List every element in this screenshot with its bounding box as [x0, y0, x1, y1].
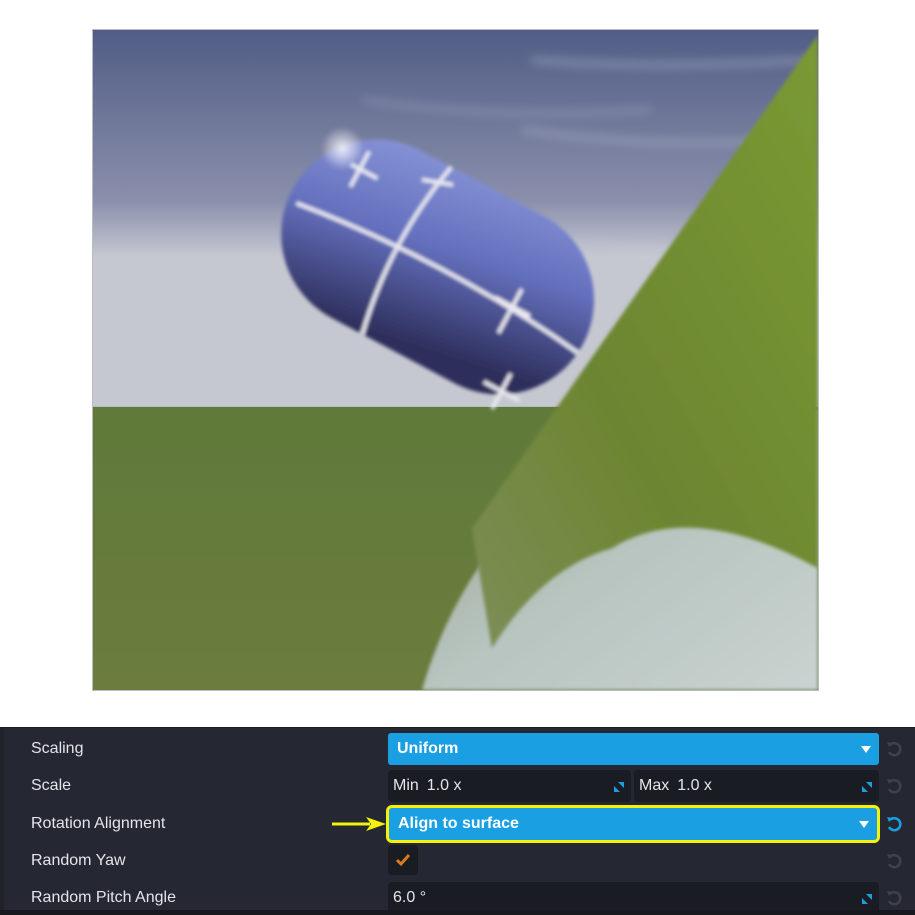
- drag-spinner-icon[interactable]: [862, 782, 872, 792]
- min-value: 1.0 x: [426, 777, 462, 794]
- chevron-down-icon: [859, 821, 869, 828]
- scale-label: Scale: [31, 777, 72, 794]
- chevron-down-icon: [861, 746, 871, 753]
- rotation-alignment-dropdown[interactable]: Align to surface: [386, 805, 880, 843]
- drag-spinner-icon[interactable]: [862, 894, 872, 904]
- annotation-arrow-icon: [332, 817, 386, 831]
- reset-icon[interactable]: [884, 814, 904, 834]
- scale-max-field[interactable]: Max 1.0 x: [634, 770, 879, 802]
- max-label: Max: [639, 777, 670, 794]
- scaling-value: Uniform: [397, 740, 459, 757]
- properties-panel: Scaling Uniform Scale Min 1.0 x Max 1.0 x …: [0, 727, 915, 915]
- rotation-alignment-label: Rotation Alignment: [31, 815, 166, 832]
- row-random-yaw: Random Yaw: [0, 844, 915, 878]
- scaling-dropdown[interactable]: Uniform: [388, 733, 879, 765]
- row-rotation-alignment: Rotation Alignment Align to surface: [0, 805, 915, 843]
- reset-icon[interactable]: [884, 776, 904, 796]
- reset-icon[interactable]: [884, 851, 904, 871]
- scene-viewport[interactable]: [92, 29, 819, 691]
- random-yaw-checkbox[interactable]: [388, 845, 418, 875]
- row-scaling: Scaling Uniform: [0, 732, 915, 766]
- rotation-alignment-value: Align to surface: [398, 815, 519, 832]
- row-scale: Scale Min 1.0 x Max 1.0 x: [0, 769, 915, 803]
- scaling-label: Scaling: [31, 740, 84, 757]
- random-yaw-label: Random Yaw: [31, 852, 126, 869]
- scale-min-field[interactable]: Min 1.0 x: [388, 770, 631, 802]
- checkmark-icon: [395, 854, 411, 867]
- reset-icon[interactable]: [884, 739, 904, 759]
- drag-spinner-icon[interactable]: [614, 782, 624, 792]
- scene-render: [93, 30, 818, 690]
- reset-icon[interactable]: [884, 888, 904, 908]
- panel-bottom-edge: [0, 910, 915, 915]
- min-label: Min: [393, 777, 419, 794]
- max-value: 1.0 x: [677, 777, 712, 794]
- random-pitch-angle-value: 6.0 °: [393, 889, 427, 906]
